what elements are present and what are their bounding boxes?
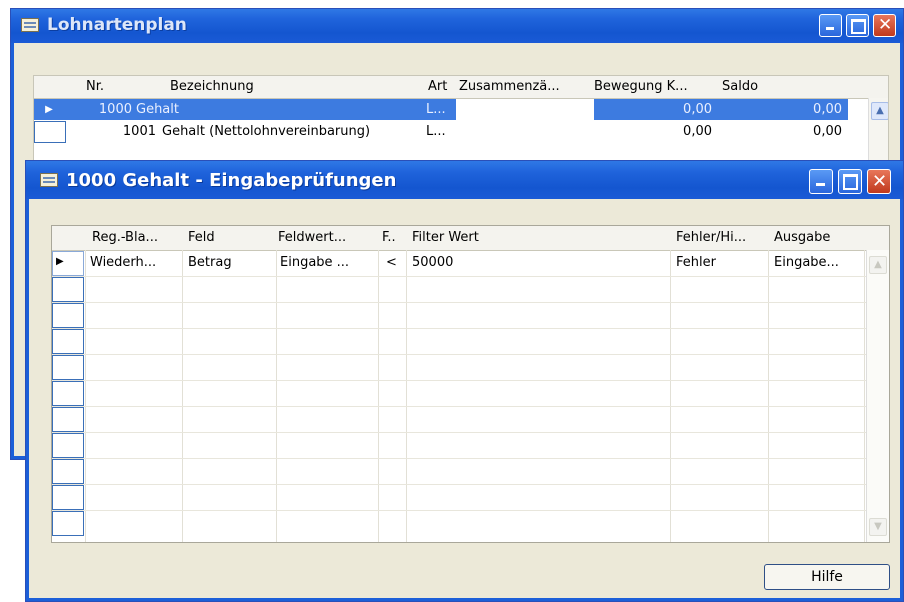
row-selector[interactable] bbox=[52, 485, 84, 510]
maximize-icon bbox=[851, 19, 866, 34]
cell-feldwert[interactable]: Eingabe ... bbox=[280, 255, 349, 270]
close-button[interactable]: ✕ bbox=[867, 169, 891, 194]
col-zusammenzaehlung[interactable]: Zusammenzä... bbox=[459, 79, 560, 94]
cell-reg-blatt[interactable]: Wiederh... bbox=[90, 255, 156, 270]
cell-bezeichnung[interactable]: Gehalt bbox=[136, 102, 179, 117]
row-divider bbox=[52, 432, 889, 433]
scroll-up-icon[interactable]: ▲ bbox=[871, 102, 888, 120]
row-divider bbox=[52, 328, 889, 329]
table-row[interactable]: Wiederh... Betrag Eingabe ... < 50000 Fe… bbox=[52, 251, 864, 276]
row-selector[interactable] bbox=[52, 329, 84, 354]
close-icon: ✕ bbox=[872, 171, 888, 192]
col-saldo[interactable]: Saldo bbox=[722, 79, 758, 94]
minimize-icon bbox=[816, 183, 825, 186]
cell-bewegung[interactable]: 0,00 bbox=[594, 102, 712, 117]
cell-nr[interactable]: 1001 bbox=[64, 124, 156, 139]
window-title: 1000 Gehalt - Eingabeprüfungen bbox=[66, 170, 397, 191]
col-divider bbox=[378, 250, 379, 542]
close-button[interactable]: ✕ bbox=[873, 14, 896, 37]
help-button[interactable]: Hilfe bbox=[764, 564, 890, 590]
eingabepruefungen-titlebar[interactable]: 1000 Gehalt - Eingabeprüfungen ✕ bbox=[26, 161, 903, 199]
col-f[interactable]: F.. bbox=[382, 230, 396, 245]
col-art[interactable]: Art bbox=[428, 79, 447, 94]
row-divider bbox=[52, 484, 889, 485]
col-reg-blatt[interactable]: Reg.-Bla... bbox=[92, 230, 158, 245]
window-title: Lohnartenplan bbox=[47, 15, 187, 35]
row-divider bbox=[52, 406, 889, 407]
minimize-icon bbox=[826, 27, 834, 30]
row-selector[interactable] bbox=[52, 303, 84, 328]
col-feld[interactable]: Feld bbox=[188, 230, 215, 245]
col-filter-wert[interactable]: Filter Wert bbox=[412, 230, 479, 245]
cell-bewegung[interactable]: 0,00 bbox=[594, 124, 712, 139]
minimize-button[interactable] bbox=[809, 169, 833, 194]
row-selector[interactable] bbox=[52, 277, 84, 302]
zusammen-cell-box bbox=[456, 99, 594, 120]
eingabepruefungen-grid: Reg.-Bla... Feld Feldwert... F.. Filter … bbox=[51, 225, 890, 543]
col-bewegung[interactable]: Bewegung K... bbox=[594, 79, 688, 94]
form-icon bbox=[21, 18, 39, 32]
cell-saldo[interactable]: 0,00 bbox=[724, 102, 842, 117]
col-divider bbox=[276, 250, 277, 542]
col-nr[interactable]: Nr. bbox=[86, 79, 104, 94]
row-selector[interactable] bbox=[34, 121, 66, 143]
maximize-icon bbox=[843, 174, 858, 190]
col-divider bbox=[768, 250, 769, 542]
col-divider bbox=[85, 250, 86, 542]
cell-fehler[interactable]: Fehler bbox=[676, 255, 716, 270]
maximize-button[interactable] bbox=[846, 14, 869, 37]
table-row-selected[interactable]: ▶ 1000 Gehalt L... 0,00 0,00 bbox=[34, 99, 848, 120]
row-divider bbox=[52, 302, 889, 303]
row-selector[interactable] bbox=[52, 459, 84, 484]
row-selector[interactable] bbox=[52, 381, 84, 406]
cell-ausgabe[interactable]: Eingabe... bbox=[774, 255, 839, 270]
row-selector[interactable] bbox=[52, 355, 84, 380]
cell-bezeichnung[interactable]: Gehalt (Nettolohnvereinbarung) bbox=[162, 124, 370, 139]
cell-art[interactable]: L... bbox=[426, 102, 446, 117]
cell-nr[interactable]: 1000 bbox=[64, 102, 132, 117]
col-fehler[interactable]: Fehler/Hi... bbox=[676, 230, 746, 245]
row-selector[interactable] bbox=[52, 433, 84, 458]
row-selector[interactable] bbox=[52, 407, 84, 432]
form-icon bbox=[40, 173, 58, 187]
cell-saldo[interactable]: 0,00 bbox=[724, 124, 842, 139]
grid-header: Nr. Bezeichnung Art Zusammenzä... Bewegu… bbox=[34, 76, 888, 99]
help-button-label: Hilfe bbox=[811, 569, 843, 585]
col-divider bbox=[182, 250, 183, 542]
row-divider bbox=[52, 510, 889, 511]
col-feldwert[interactable]: Feldwert... bbox=[278, 230, 346, 245]
vertical-scrollbar[interactable]: ▲ ▼ bbox=[866, 250, 889, 542]
col-ausgabe[interactable]: Ausgabe bbox=[774, 230, 830, 245]
lohnartenplan-titlebar[interactable]: Lohnartenplan ✕ bbox=[11, 9, 903, 43]
cell-filter-wert[interactable]: 50000 bbox=[412, 255, 453, 270]
cell-art[interactable]: L... bbox=[426, 124, 446, 139]
col-divider bbox=[406, 250, 407, 542]
col-divider bbox=[864, 250, 865, 542]
cell-f[interactable]: < bbox=[386, 255, 397, 270]
row-divider bbox=[52, 380, 889, 381]
cell-feld[interactable]: Betrag bbox=[188, 255, 232, 270]
grid-header: Reg.-Bla... Feld Feldwert... F.. Filter … bbox=[52, 226, 889, 251]
row-divider bbox=[52, 354, 889, 355]
minimize-button[interactable] bbox=[819, 14, 842, 37]
scroll-up-icon[interactable]: ▲ bbox=[869, 256, 887, 274]
scroll-down-icon[interactable]: ▼ bbox=[869, 518, 887, 536]
table-row[interactable]: 1001 Gehalt (Nettolohnvereinbarung) L...… bbox=[34, 121, 848, 143]
row-indicator-icon: ▶ bbox=[34, 99, 64, 120]
row-divider bbox=[52, 276, 889, 277]
eingabepruefungen-window: 1000 Gehalt - Eingabeprüfungen ✕ Reg.-Bl… bbox=[25, 160, 904, 602]
row-selector[interactable] bbox=[52, 511, 84, 536]
col-bezeichnung[interactable]: Bezeichnung bbox=[170, 79, 254, 94]
maximize-button[interactable] bbox=[838, 169, 862, 194]
close-icon: ✕ bbox=[878, 15, 893, 35]
row-divider bbox=[52, 458, 889, 459]
vertical-scrollbar[interactable]: ▲ bbox=[868, 98, 888, 164]
col-divider bbox=[670, 250, 671, 542]
lohnarten-grid: Nr. Bezeichnung Art Zusammenzä... Bewegu… bbox=[33, 75, 889, 165]
